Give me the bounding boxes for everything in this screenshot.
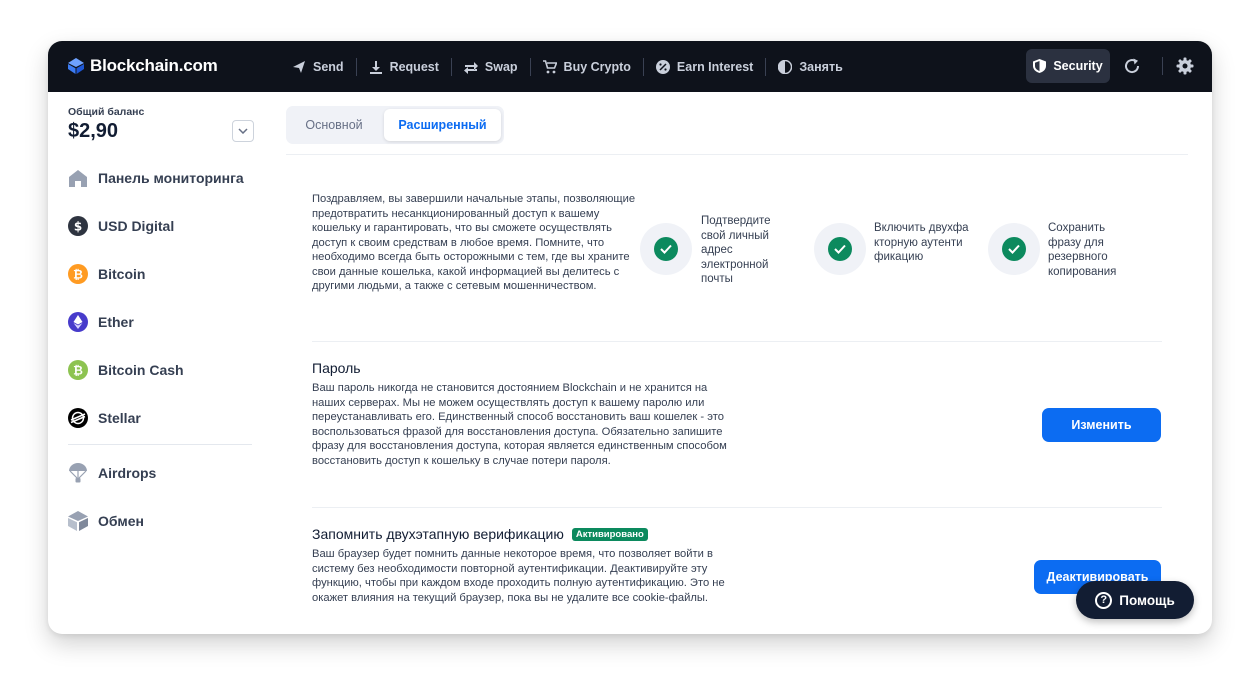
nav-swap-label: Swap — [484, 59, 518, 74]
send-icon — [293, 60, 305, 73]
nav-send[interactable]: Send — [280, 41, 356, 92]
two-step-title: Запомнить двухэтапную верификацию Активир… — [312, 526, 648, 542]
help-icon: ? — [1095, 591, 1113, 609]
change-password-button[interactable]: Изменить — [1042, 408, 1161, 442]
checkmark-icon — [654, 237, 678, 261]
check-2fa-label: Включить двухфакторную аутентификацию — [874, 222, 969, 263]
two-step-description: Ваш браузер будет помнить данные некотор… — [312, 548, 725, 604]
blockchain-logo-icon — [68, 58, 84, 74]
tab-basic[interactable]: Основной — [286, 109, 382, 141]
borrow-icon — [778, 59, 793, 74]
bitcoin-icon: ₿ — [68, 264, 88, 284]
nav-earn-interest-label: Earn Interest — [676, 59, 754, 74]
gear-icon[interactable] — [1176, 57, 1194, 75]
checkmark-icon — [828, 237, 852, 261]
balance-label: Общий баланс — [68, 106, 145, 118]
security-button[interactable]: Security — [1026, 49, 1110, 83]
sidebar-item-label: Stellar — [98, 410, 141, 426]
nav-borrow[interactable]: Занять — [766, 41, 854, 92]
header-divider — [286, 154, 1188, 155]
nav-swap[interactable]: Swap — [452, 41, 530, 92]
sidebar-item-bitcoin-cash[interactable]: ₿ Bitcoin Cash — [68, 358, 184, 382]
top-navigation: Blockchain.com Send Request Swap Buy Cry… — [48, 41, 1212, 92]
sidebar-item-label: Ether — [98, 314, 134, 330]
security-label: Security — [1053, 59, 1103, 73]
usd-digital-icon: $ — [68, 216, 88, 236]
home-icon — [68, 168, 88, 188]
sidebar-item-airdrops[interactable]: Airdrops — [68, 461, 156, 485]
sidebar-item-ether[interactable]: Ether — [68, 310, 134, 334]
password-description: Ваш пароль никогда не становится достоян… — [312, 382, 727, 467]
svg-text:₿: ₿ — [73, 268, 83, 282]
nav-earn-interest[interactable]: Earn Interest — [644, 41, 765, 92]
parachute-icon — [68, 463, 88, 483]
bitcoin-cash-icon: ₿ — [68, 360, 88, 380]
status-badge: Активировано — [571, 528, 648, 541]
two-step-title-text: Запомнить двухэтапную верификацию — [312, 526, 564, 542]
brand-logo[interactable]: Blockchain.com — [68, 56, 218, 76]
security-tabs: Основной Расширенный — [286, 106, 504, 144]
sidebar-item-usd-digital[interactable]: $ USD Digital — [68, 214, 174, 238]
nav-divider — [1162, 57, 1163, 75]
sidebar-item-label: Обмен — [98, 513, 144, 529]
sidebar-item-label: Bitcoin — [98, 266, 146, 282]
sidebar-item-label: Панель мониторинга — [98, 170, 244, 186]
sidebar-item-label: Airdrops — [98, 465, 157, 481]
balance-value: $2,90 — [68, 120, 119, 142]
shield-icon — [1033, 59, 1047, 73]
check-2fa — [814, 223, 866, 275]
checkmark-icon — [1002, 237, 1026, 261]
check-email — [640, 223, 692, 275]
sidebar-item-label: USD Digital — [98, 218, 175, 234]
check-backup-label: Сохранить фразу для резервного копирован… — [1048, 222, 1117, 278]
password-title: Пароль — [312, 360, 361, 376]
cart-icon — [542, 59, 557, 73]
sidebar-item-stellar[interactable]: Stellar — [68, 406, 141, 430]
percent-icon — [655, 59, 670, 74]
app-window: Blockchain.com Send Request Swap Buy Cry… — [48, 41, 1212, 634]
svg-text:$: $ — [74, 220, 82, 234]
sidebar-divider — [68, 444, 252, 445]
sidebar: Общий баланс $2,90 Панель мониторинга $ … — [48, 92, 282, 634]
nav-request-label: Request — [389, 59, 439, 74]
nav-buy-crypto-label: Buy Crypto — [563, 59, 631, 74]
help-button[interactable]: ? Помощь — [1076, 581, 1194, 619]
tab-advanced[interactable]: Расширенный — [384, 109, 501, 141]
help-label: Помощь — [1119, 592, 1175, 608]
section-divider — [312, 507, 1162, 508]
balance-dropdown-button[interactable] — [232, 120, 254, 142]
brand-name: Blockchain.com — [90, 56, 218, 75]
sidebar-item-exchange[interactable]: Обмен — [68, 509, 144, 533]
sidebar-item-label: Bitcoin Cash — [98, 362, 184, 378]
check-backup — [988, 223, 1040, 275]
refresh-icon[interactable] — [1123, 57, 1141, 75]
main-nav: Send Request Swap Buy Crypto Earn Intere… — [280, 41, 855, 92]
nav-buy-crypto[interactable]: Buy Crypto — [531, 41, 643, 92]
nav-send-label: Send — [313, 59, 344, 74]
sidebar-item-bitcoin[interactable]: ₿ Bitcoin — [68, 262, 145, 286]
swap-icon — [463, 61, 478, 74]
stellar-icon — [68, 408, 88, 428]
nav-request[interactable]: Request — [357, 41, 451, 92]
chevron-down-icon — [238, 128, 248, 134]
sidebar-item-dashboard[interactable]: Панель мониторинга — [68, 166, 244, 190]
section-divider — [312, 341, 1162, 342]
nav-borrow-label: Занять — [799, 59, 843, 74]
intro-text: Поздравляем, вы завершили начальные этап… — [312, 193, 636, 292]
svg-text:₿: ₿ — [73, 364, 83, 378]
ether-icon — [68, 312, 88, 332]
exchange-icon — [68, 511, 88, 531]
download-icon — [369, 60, 382, 74]
check-email-label: Подтвердите свой личный адрес электронно… — [701, 215, 771, 285]
